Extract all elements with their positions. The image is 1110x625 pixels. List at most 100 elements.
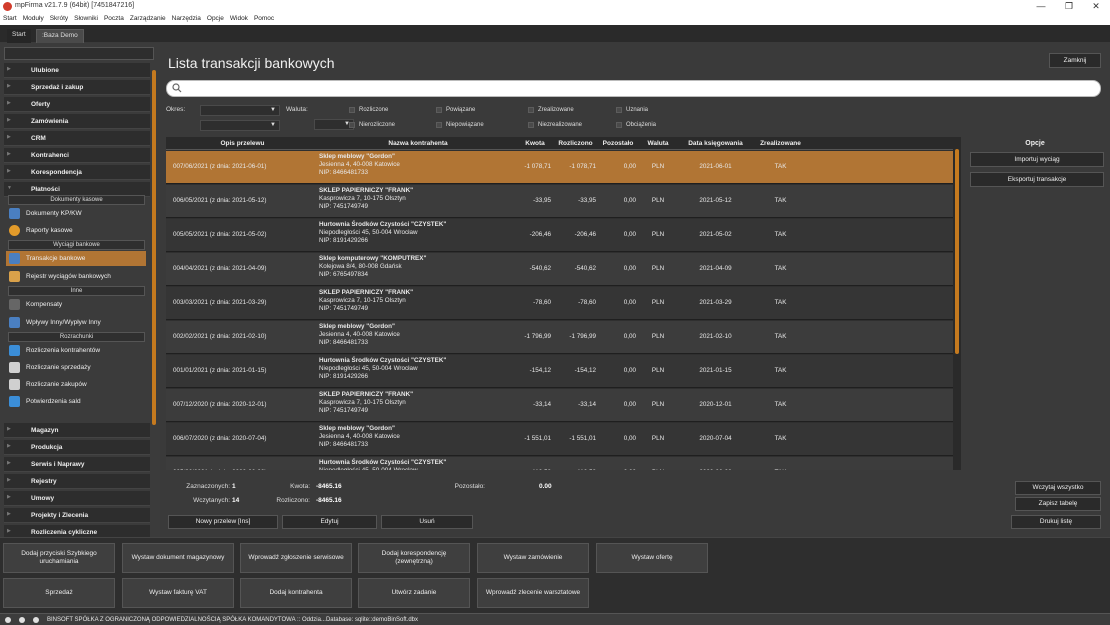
col-pozostalo[interactable]: Pozostało xyxy=(598,140,638,147)
tab-start[interactable]: Start xyxy=(7,29,31,43)
table-row[interactable]: 001/01/2021 (z dnia: 2021-01-15) Hurtowni… xyxy=(166,355,958,388)
table-row[interactable]: 005/05/2021 (z dnia: 2021-05-02) Hurtowni… xyxy=(166,219,958,252)
close-button[interactable]: Zamknij xyxy=(1049,53,1101,68)
delete-button[interactable]: Usuń xyxy=(381,515,473,529)
col-zrealizowane[interactable]: Zrealizowane xyxy=(753,140,808,147)
table-row[interactable]: 006/05/2021 (z dnia: 2021-05-12) SKLEP PA… xyxy=(166,185,958,218)
export-transactions-button[interactable]: Eksportuj transakcje xyxy=(970,172,1104,187)
table-scrollbar[interactable] xyxy=(953,137,961,470)
checkbox-zrealizowane[interactable]: Zrealizowane xyxy=(528,105,608,116)
tile-vat-invoice[interactable]: Wystaw fakturę VAT xyxy=(122,578,234,608)
sidebar-section-umowy[interactable]: ▶ Umowy xyxy=(4,491,150,506)
tile-warehouse-document[interactable]: Wystaw dokument magazynowy xyxy=(122,543,234,573)
sidebar-section-produkcja[interactable]: ▶ Produkcja xyxy=(4,440,150,455)
tile-add-correspondence[interactable]: Dodaj korespondencję (zewnętrzną) xyxy=(358,543,470,573)
sidebar-scrollbar[interactable] xyxy=(152,70,156,425)
sidebar-section-serwis[interactable]: ▶ Serwis i Naprawy xyxy=(4,457,150,472)
tile-workshop-order[interactable]: Wprowadź zlecenie warsztatowe xyxy=(477,578,589,608)
col-opis[interactable]: Opis przelewu xyxy=(166,140,319,147)
waluta-select[interactable]: ▼ xyxy=(314,119,354,130)
table-row[interactable]: 006/07/2020 (z dnia: 2020-07-04) Sklep me… xyxy=(166,423,958,456)
tile-add-contractor[interactable]: Dodaj kontrahenta xyxy=(240,578,352,608)
contractor-address: Niepodległości 45, 50-004 Wrocław xyxy=(319,467,519,470)
save-table-button[interactable]: Zapisz tabelę xyxy=(1015,497,1101,511)
tab-baza-demo[interactable]: :Baza Demo xyxy=(36,29,84,43)
sidebar-item-wplywy[interactable]: Wpływy Inny/Wypływ Inny xyxy=(6,315,146,330)
okres-to-select[interactable]: ▼ xyxy=(200,120,280,131)
table-row[interactable]: 004/04/2021 (z dnia: 2021-04-09) Sklep ko… xyxy=(166,253,958,286)
sidebar-section-sprzedaz[interactable]: ▶ Sprzedaż i zakup xyxy=(4,80,150,95)
col-rozliczono[interactable]: Rozliczono xyxy=(553,140,598,147)
sidebar-section-magazyn[interactable]: ▶ Magazyn xyxy=(4,423,150,438)
sidebar-item-kompensaty[interactable]: Kompensaty xyxy=(6,297,146,312)
tile-issue-offer[interactable]: Wystaw ofertę xyxy=(596,543,708,573)
table-row[interactable]: 002/02/2021 (z dnia: 2021-02-10) Sklep me… xyxy=(166,321,958,354)
tile-issue-order[interactable]: Wystaw zamówienie xyxy=(477,543,589,573)
sidebar-section-kontrahenci[interactable]: ▶ Kontrahenci xyxy=(4,148,150,163)
sidebar-search[interactable] xyxy=(4,47,154,60)
table-row[interactable]: 007/12/2020 (z dnia: 2020-12-01) SKLEP PA… xyxy=(166,389,958,422)
sidebar-section-rejestry[interactable]: ▶ Rejestry xyxy=(4,474,150,489)
checkbox-uznania[interactable]: Uznania xyxy=(616,105,696,116)
tile-add-quick-buttons[interactable]: Dodaj przyciski Szybkiego uruchamiania xyxy=(3,543,115,573)
sidebar-section-oferty[interactable]: ▶ Oferty xyxy=(4,97,150,112)
menu-pomoc[interactable]: Pomoc xyxy=(251,13,277,22)
close-window-button[interactable]: ✕ xyxy=(1086,1,1106,12)
sidebar-section-projekty[interactable]: ▶ Projekty i Zlecenia xyxy=(4,508,150,523)
sidebar-section-ulubione[interactable]: ▶ Ulubione xyxy=(4,63,150,78)
menu-moduly[interactable]: Moduły xyxy=(20,13,47,22)
sidebar-item-rozl-kontr[interactable]: Rozliczenia kontrahentów xyxy=(6,343,146,358)
app-logo-icon xyxy=(3,2,12,11)
sidebar-item-rozl-zak[interactable]: Rozliczanie zakupów xyxy=(6,377,146,392)
sidebar-item-potw[interactable]: Potwierdzenia sald xyxy=(6,394,146,409)
menu-zarzadzanie[interactable]: Zarządzanie xyxy=(127,13,169,22)
tile-sales[interactable]: Sprzedaż xyxy=(3,578,115,608)
import-statement-button[interactable]: Importuj wyciąg xyxy=(970,152,1104,167)
checkbox-obciazenia[interactable]: Obciążenia xyxy=(616,120,696,131)
cell-kwota: -540,62 xyxy=(529,265,551,272)
maximize-button[interactable]: ❐ xyxy=(1059,1,1079,12)
sidebar-item-raporty[interactable]: Raporty kasowe xyxy=(6,223,146,238)
sidebar-section-crm[interactable]: ▶ CRM xyxy=(4,131,150,146)
menu-slowniki[interactable]: Słowniki xyxy=(71,13,101,22)
new-transfer-button[interactable]: Nowy przelew [Ins] xyxy=(168,515,278,529)
sidebar-item-kpkw[interactable]: Dokumenty KP/KW xyxy=(6,206,146,221)
menu-skroty[interactable]: Skróty xyxy=(47,13,71,22)
load-all-button[interactable]: Wczytaj wszystko xyxy=(1015,481,1101,495)
search-input[interactable] xyxy=(185,83,1085,95)
scroll-thumb[interactable] xyxy=(955,149,959,354)
menu-opcje[interactable]: Opcje xyxy=(204,13,227,22)
checkbox-nierozliczone[interactable]: Nierozliczone xyxy=(349,120,429,131)
okres-from-select[interactable]: ▼ xyxy=(200,105,280,116)
sidebar-section-korespondencja[interactable]: ▶ Korespondencja xyxy=(4,165,150,180)
table-row[interactable]: 005/06/2021 (z dnia: 2020-06-08) Hurtowni… xyxy=(166,457,958,470)
col-kwota[interactable]: Kwota xyxy=(517,140,553,147)
sidebar-section-zamowienia[interactable]: ▶ Zamówienia xyxy=(4,114,150,129)
sidebar-item-rozl-sprz[interactable]: Rozliczanie sprzedaży xyxy=(6,360,146,375)
col-data[interactable]: Data księgowania xyxy=(678,140,753,147)
contractor-nip: NIP: 8191429266 xyxy=(319,237,369,244)
cell-data: 2021-04-09 xyxy=(699,265,732,272)
sidebar: ▶ Ulubione ▶ Sprzedaż i zakup ▶ Oferty ▶ Zam… xyxy=(0,43,160,540)
sidebar-item-transakcje[interactable]: Transakcje bankowe xyxy=(6,251,146,266)
minimize-button[interactable]: — xyxy=(1031,1,1051,12)
search-bar[interactable] xyxy=(166,80,1101,97)
tile-service-request[interactable]: Wprowadź zgłoszenie serwisowe xyxy=(240,543,352,573)
print-list-button[interactable]: Drukuj listę xyxy=(1011,515,1101,529)
menu-start[interactable]: Start xyxy=(0,13,20,22)
sidebar-item-rejestr[interactable]: Rejestr wyciągów bankowych xyxy=(6,269,146,284)
menu-narzedzia[interactable]: Narzędzia xyxy=(169,13,204,22)
checkbox-powiazane[interactable]: Powiązane xyxy=(436,105,516,116)
col-nazwa[interactable]: Nazwa kontrahenta xyxy=(319,140,517,147)
checkbox-niezrealizowane[interactable]: Niezrealizowane xyxy=(528,120,608,131)
checkbox-niepowiazane[interactable]: Niepowiązane xyxy=(436,120,516,131)
menu-widok[interactable]: Widok xyxy=(227,13,251,22)
checkbox-rozliczone[interactable]: Rozliczone xyxy=(349,105,429,116)
col-waluta[interactable]: Waluta xyxy=(638,140,678,147)
menu-poczta[interactable]: Poczta xyxy=(101,13,127,22)
edit-button[interactable]: Edytuj xyxy=(282,515,377,529)
tile-create-task[interactable]: Utwórz zadanie xyxy=(358,578,470,608)
cell-pozostalo: 0,00 xyxy=(623,163,636,170)
table-row[interactable]: 007/06/2021 (z dnia: 2021-06-01) Sklep me… xyxy=(166,151,958,184)
table-row[interactable]: 003/03/2021 (z dnia: 2021-03-29) SKLEP PA… xyxy=(166,287,958,320)
